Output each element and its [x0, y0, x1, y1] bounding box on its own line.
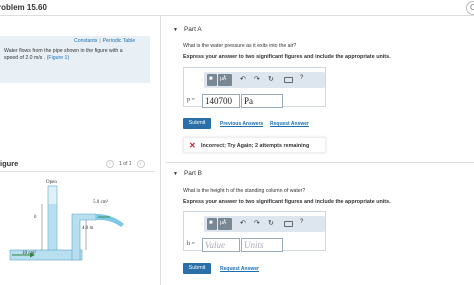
undo-icon[interactable]: ↶: [240, 75, 246, 83]
link-separator: |: [99, 38, 101, 44]
collapse-b-icon: ▼: [173, 171, 178, 177]
column-water: [48, 204, 57, 250]
figure-header: igure: [0, 159, 19, 168]
part-b-header[interactable]: ▼ Part B: [173, 170, 202, 177]
keyboard-icon[interactable]: [284, 77, 293, 83]
figure-link[interactable]: (Figure 1): [47, 55, 70, 61]
reference-links: Constants | Periodic Table: [74, 38, 135, 44]
part-b-label: Part B: [183, 170, 203, 177]
units-button[interactable]: μÅ: [218, 74, 232, 86]
rising-pipe: [71, 213, 97, 261]
h-symbol: h =: [187, 241, 195, 247]
part-divider: [166, 162, 474, 163]
corner-button[interactable]: C: [466, 1, 474, 15]
redo-icon[interactable]: ↷: [254, 75, 260, 83]
p-symbol: p =: [187, 97, 195, 103]
problem-statement: Water flows from the pipe shown in the f…: [4, 48, 144, 62]
redo-icon[interactable]: ↷: [254, 219, 260, 227]
figure-pager: ‹ 1 of 1 ›: [106, 160, 145, 168]
height-4-label: 4.0 m: [82, 226, 94, 231]
problem-line-1: Water flows from the pipe shown in the f…: [4, 48, 123, 54]
page-title: roblem 15.60: [0, 3, 47, 12]
outlet-stream: [96, 214, 124, 227]
part-b-submit-button[interactable]: Submit: [183, 263, 211, 274]
units-input[interactable]: Pa: [241, 94, 283, 108]
collapse-a-icon: ▼: [173, 27, 178, 33]
help-icon[interactable]: ?: [300, 219, 303, 225]
templates-button[interactable]: ■: [207, 74, 217, 86]
feedback-message: Incorrect; Try Again; 2 attempts remaini…: [201, 143, 310, 149]
part-b-request-answer-link[interactable]: Request Answer: [220, 266, 259, 272]
part-a-instruction: Express your answer to two significant f…: [183, 54, 391, 60]
prev-figure-button[interactable]: ‹: [106, 160, 114, 168]
feedback-box: ✕ Incorrect; Try Again; 2 attempts remai…: [183, 137, 326, 153]
value-input-b[interactable]: Value: [202, 238, 240, 252]
top-bar: roblem 15.60 C: [0, 0, 474, 16]
next-figure-button[interactable]: ›: [136, 160, 145, 168]
corner-icon: C: [470, 3, 474, 12]
part-b-question: What is the height h of the standing col…: [183, 188, 306, 194]
part-a-label: Part A: [183, 26, 202, 33]
area-top-label: 5.0 cm²: [93, 199, 109, 205]
part-a-request-answer-link[interactable]: Request Answer: [270, 121, 309, 127]
part-a-submit-button[interactable]: Submit: [183, 118, 211, 129]
mu-icon: μÅ: [220, 76, 227, 82]
part-b-toolbar: ■ μÅ ↶ ↷ ↻ ?: [204, 216, 325, 232]
templates-icon: ■: [209, 220, 213, 226]
templates-button-b[interactable]: ■: [207, 218, 217, 230]
pipe-figure: Open 5.0 cm² h 4.0 m 10 cm²: [9, 180, 124, 261]
problem-line-2: speed of 2.0 m/s . (Figure 1): [4, 55, 144, 62]
help-icon[interactable]: ?: [300, 75, 303, 81]
part-a-header[interactable]: ▼ Part A: [173, 26, 202, 33]
part-a-answer-box: ■ μÅ ↶ ↷ ↻ ? p = 140700 Pa: [183, 67, 326, 108]
part-a-toolbar: ■ μÅ ↶ ↷ ↻ ?: [204, 72, 325, 88]
units-button-b[interactable]: μÅ: [218, 218, 232, 230]
periodic-table-link[interactable]: Periodic Table: [103, 38, 136, 44]
previous-answers-link[interactable]: Previous Answers: [220, 121, 263, 127]
figure-count: 1 of 1: [119, 161, 132, 167]
undo-icon[interactable]: ↶: [240, 219, 246, 227]
problem-speed: speed of 2.0 m/s .: [4, 55, 46, 61]
reset-icon[interactable]: ↻: [268, 219, 274, 227]
value-input[interactable]: 140700: [202, 94, 240, 108]
height-h-label: h: [34, 215, 37, 220]
constants-link[interactable]: Constants: [74, 38, 97, 44]
part-b-answer-box: ■ μÅ ↶ ↷ ↻ ? h = Value Units: [183, 211, 326, 252]
area-bottom-label: 10 cm²: [22, 250, 36, 256]
mu-icon: μÅ: [220, 220, 227, 226]
open-label: Open: [46, 180, 57, 185]
reset-icon[interactable]: ↻: [268, 75, 274, 83]
part-b-instruction: Express your answer to two significant f…: [183, 199, 391, 205]
part-a-question: What is the water pressure as it exits i…: [183, 43, 297, 49]
panel-divider: [160, 16, 161, 285]
keyboard-icon[interactable]: [284, 221, 293, 227]
units-input-b[interactable]: Units: [241, 238, 283, 252]
templates-icon: ■: [209, 76, 213, 82]
error-icon: ✕: [189, 141, 196, 150]
